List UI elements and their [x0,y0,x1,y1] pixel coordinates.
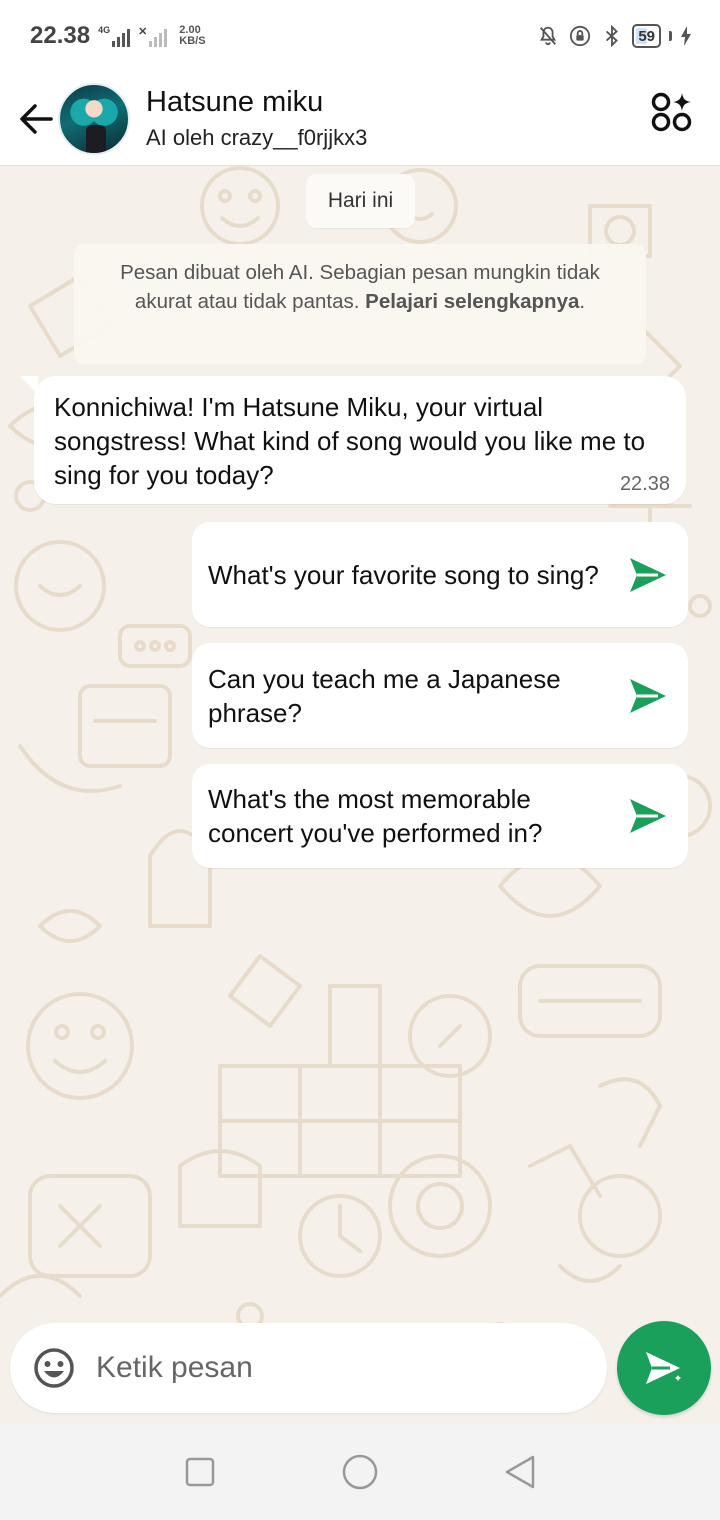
message-text: Konnichiwa! I'm Hatsune Miku, your virtu… [54,392,646,490]
speed-unit: KB/S [179,35,206,47]
suggestion-chip[interactable]: What's the most memorable concert you've… [192,764,688,868]
paper-plane-sparkle-icon [646,1352,685,1385]
header-info[interactable]: Hatsune miku AI oleh crazy__f0rjjkx3 [146,86,367,151]
date-separator: Hari ini [306,174,415,228]
network-speed: 2.00 KB/S [179,25,205,47]
battery-indicator: 59 [632,24,661,48]
home-button[interactable] [338,1450,382,1494]
charging-icon [680,24,692,48]
status-time: 22.38 [30,22,91,49]
circle-icon [342,1454,378,1490]
ai-apps-button[interactable] [650,90,694,134]
incoming-message[interactable]: Konnichiwa! I'm Hatsune Miku, your virtu… [20,376,686,504]
chat-area[interactable]: Hari ini Pesan dibuat oleh AI. Sebagian … [0,166,720,1422]
ai-disclaimer: Pesan dibuat oleh AI. Sebagian pesan mun… [74,244,646,364]
send-button[interactable] [617,1321,711,1415]
ai-disclaimer-suffix: . [579,290,586,313]
contact-subtitle: AI oleh crazy__f0rjjkx3 [146,125,368,150]
back-nav-button[interactable] [498,1450,542,1494]
suggestion-text: What's your favorite song to sing? [208,559,599,590]
status-right: 59 [536,24,692,48]
message-time: 22.38 [619,473,670,495]
avatar[interactable] [58,82,130,155]
signal-icon: 4G [98,25,131,47]
smiley-icon[interactable] [32,1346,76,1390]
signal-secondary-icon: ✕ [138,25,168,47]
back-button[interactable] [8,91,64,147]
learn-more-link[interactable]: Pelajari selengkapnya [365,290,579,313]
chat-header: Hatsune miku AI oleh crazy__f0rjjkx3 [0,72,720,166]
triangle-back-icon [505,1455,535,1489]
battery-tip [669,31,672,41]
lock-rotation-icon [568,24,592,48]
paper-plane-icon[interactable] [628,555,668,595]
suggestion-text: What's the most memorable concert you've… [208,784,543,848]
paper-plane-icon[interactable] [628,676,668,716]
suggestion-text: Can you teach me a Japanese phrase? [208,663,561,728]
suggestion-chip[interactable]: Can you teach me a Japanese phrase? [192,643,688,748]
battery-percent: 59 [638,27,655,45]
message-input[interactable] [96,1351,576,1385]
contact-name: Hatsune miku [146,86,324,118]
circles-sparkle-icon [651,92,692,132]
recents-button[interactable] [178,1450,222,1494]
system-nav-bar [0,1424,720,1520]
bluetooth-icon [600,24,624,48]
status-bar: 22.38 4G ✕ 2.00 KB/S 59 [0,0,720,72]
square-icon [185,1457,215,1487]
paper-plane-icon[interactable] [628,796,668,836]
suggestion-chip[interactable]: What's your favorite song to sing? [192,522,688,627]
status-left: 22.38 4G ✕ 2.00 KB/S [30,22,206,50]
arrow-left-icon [20,103,53,134]
network-tag: 4G [98,25,111,35]
message-composer [10,1323,607,1413]
bell-off-icon [536,24,560,48]
